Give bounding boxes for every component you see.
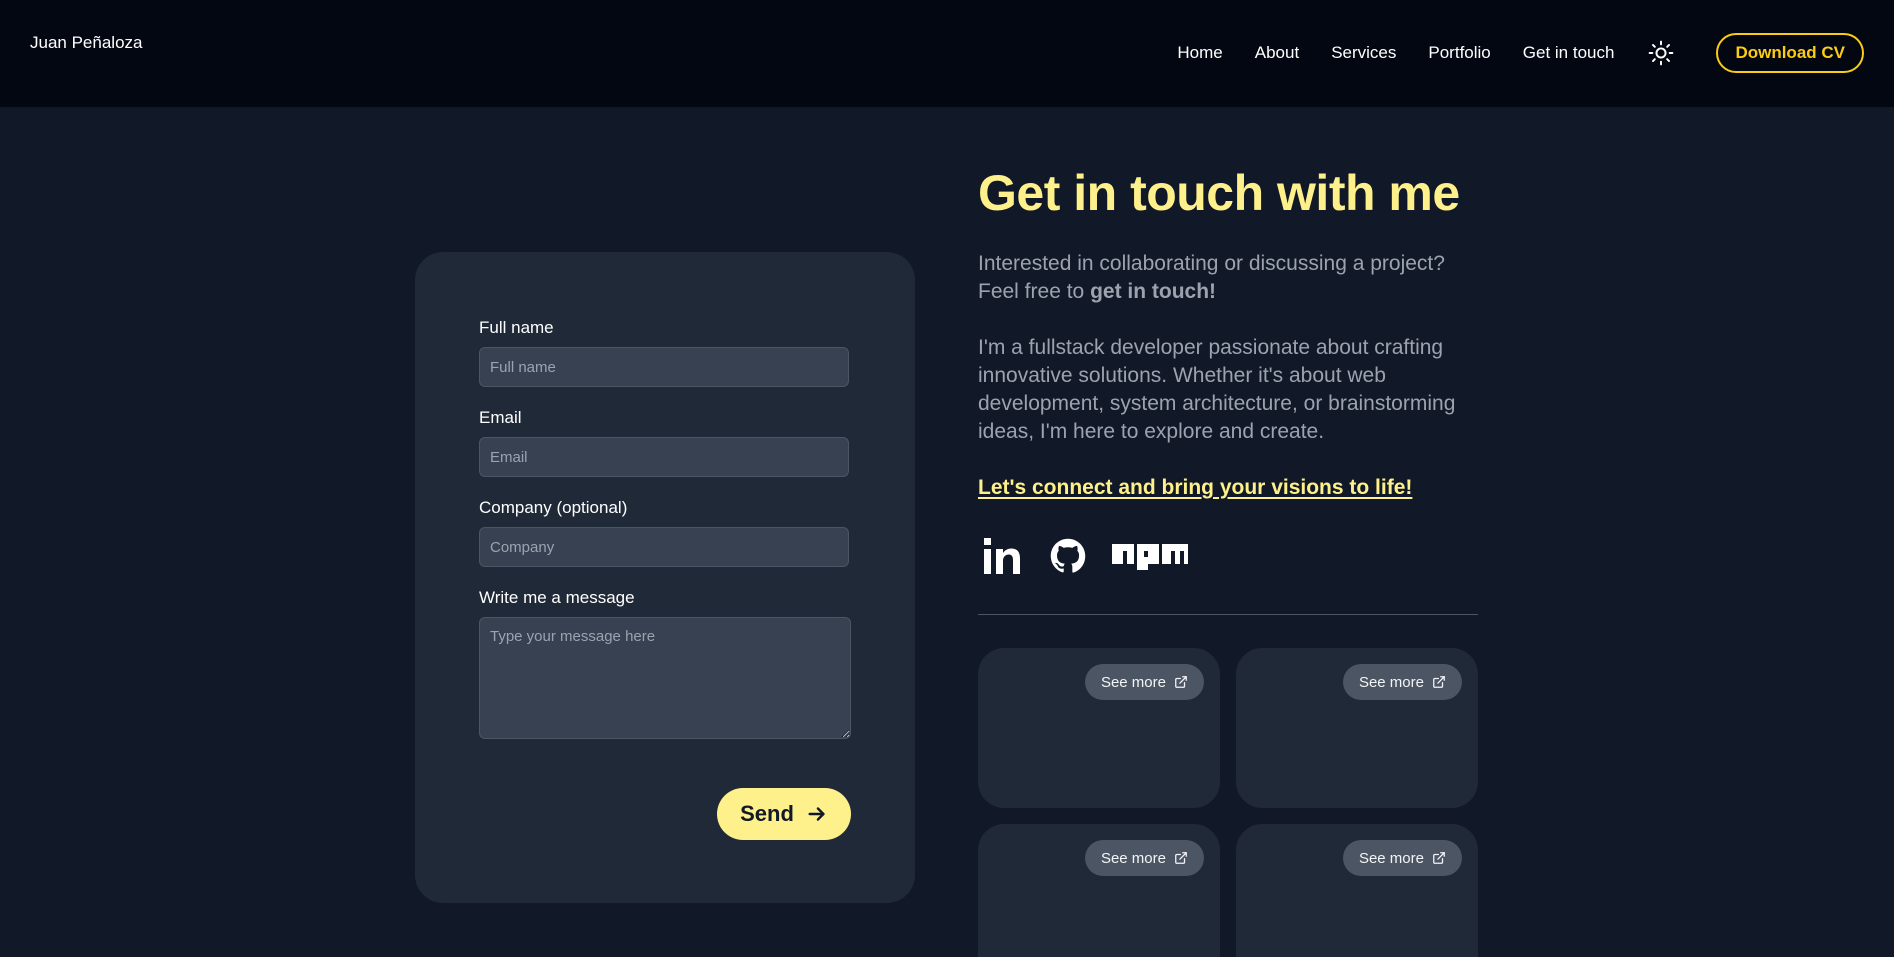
- intro-line-2-prefix: Feel free to: [978, 280, 1091, 303]
- contact-form-card: Full name Email Company (optional) Write…: [415, 252, 915, 903]
- see-more-label: See more: [1358, 849, 1424, 867]
- section-divider: [978, 614, 1478, 615]
- cta-text: Let's connect and bring your visions to …: [978, 476, 1413, 499]
- external-link-icon: [1433, 676, 1445, 688]
- email-input[interactable]: [479, 437, 849, 477]
- nav-services[interactable]: Services: [1331, 43, 1396, 63]
- company-label: Company (optional): [479, 498, 628, 517]
- npm-icon: [1112, 543, 1188, 570]
- arrow-right-icon: [808, 807, 825, 821]
- external-link-icon: [1175, 852, 1187, 864]
- linkedin-icon: [984, 537, 1020, 574]
- theme-toggle-button[interactable]: [1646, 38, 1676, 68]
- social-links: [978, 536, 1188, 580]
- message-label: Write me a message: [479, 588, 635, 607]
- see-more-button[interactable]: See more: [1084, 664, 1204, 700]
- bio-text: I'm a fullstack developer passionate abo…: [978, 336, 1456, 443]
- intro-text: Interested in collaborating or discussin…: [978, 250, 1498, 306]
- see-more-button[interactable]: See more: [1342, 664, 1462, 700]
- see-more-label: See more: [1100, 673, 1166, 691]
- external-link-icon: [1175, 676, 1187, 688]
- project-card: See more: [1236, 648, 1478, 808]
- send-button[interactable]: Send: [717, 788, 851, 840]
- main-nav: Home About Services Portfolio Get in tou…: [1145, 31, 1864, 75]
- external-link-icon: [1433, 852, 1445, 864]
- full-name-input[interactable]: [479, 347, 849, 387]
- see-more-label: See more: [1358, 673, 1424, 691]
- see-more-button[interactable]: See more: [1084, 840, 1204, 876]
- intro-line-1: Interested in collaborating or discussin…: [978, 252, 1445, 275]
- project-card: See more: [1236, 824, 1478, 957]
- page-title: Get in touch with me: [978, 165, 1460, 221]
- github-icon: [1050, 538, 1086, 573]
- nav-about[interactable]: About: [1255, 43, 1299, 63]
- email-label: Email: [479, 408, 522, 427]
- message-textarea[interactable]: [479, 617, 851, 739]
- nav-portfolio[interactable]: Portfolio: [1428, 43, 1490, 63]
- send-label: Send: [740, 801, 794, 826]
- brand-name[interactable]: Juan Peñaloza: [30, 33, 142, 53]
- top-navbar: Juan Peñaloza Home About Services Portfo…: [0, 0, 1894, 107]
- project-card: See more: [978, 648, 1220, 808]
- full-name-label: Full name: [479, 318, 554, 337]
- project-card: See more: [978, 824, 1220, 957]
- see-more-button[interactable]: See more: [1342, 840, 1462, 876]
- intro-line-2-bold: get in touch!: [1090, 280, 1217, 303]
- see-more-label: See more: [1100, 849, 1166, 867]
- nav-home[interactable]: Home: [1177, 43, 1222, 63]
- company-input[interactable]: [479, 527, 849, 567]
- nav-get-in-touch[interactable]: Get in touch: [1523, 43, 1615, 63]
- npm-link[interactable]: [1112, 542, 1188, 575]
- sun-icon: [1649, 40, 1674, 66]
- github-link[interactable]: [1050, 538, 1086, 579]
- download-cv-button[interactable]: Download CV: [1716, 33, 1864, 73]
- linkedin-link[interactable]: [978, 534, 1024, 583]
